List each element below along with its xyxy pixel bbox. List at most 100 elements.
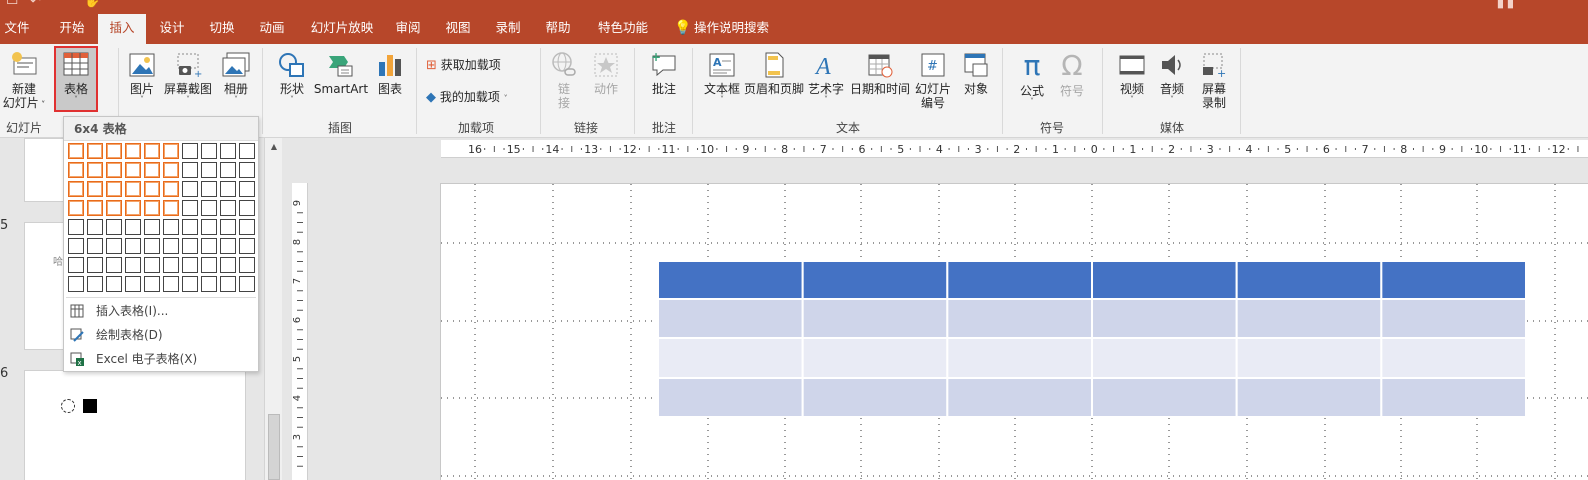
textbox-button[interactable]: A 文本框 ˅	[700, 50, 744, 104]
draw-table-item[interactable]: 绘制表格(D)	[64, 323, 258, 347]
table-cell[interactable]	[946, 377, 1094, 418]
table-cell[interactable]	[1380, 337, 1527, 379]
table-grid-cell[interactable]	[220, 181, 236, 197]
tab-features[interactable]: 特色功能	[590, 14, 656, 44]
table-cell[interactable]	[1235, 298, 1383, 339]
table-cell[interactable]	[1091, 337, 1238, 379]
get-addins-button[interactable]: ⊞ 获取加载项	[426, 58, 536, 73]
table-grid-cell[interactable]	[87, 219, 103, 235]
table-grid-cell[interactable]	[239, 162, 255, 178]
table-grid-cell[interactable]	[201, 162, 217, 178]
tab-review[interactable]: 审阅	[386, 14, 430, 44]
scroll-up-icon[interactable]: ▲	[267, 140, 281, 154]
table-grid-cell[interactable]	[125, 219, 141, 235]
table-grid-cell[interactable]	[239, 238, 255, 254]
table-grid-cell[interactable]	[239, 219, 255, 235]
undo-icon[interactable]: ↶	[30, 0, 41, 9]
tab-insert[interactable]: 插入	[98, 14, 146, 44]
table-grid-cell[interactable]	[87, 162, 103, 178]
table-cell[interactable]	[1380, 377, 1527, 418]
table-grid-cell[interactable]	[239, 276, 255, 292]
wordart-button[interactable]: A 艺术字 ˅	[806, 50, 846, 104]
slide-number-button[interactable]: # 幻灯片 编号	[912, 50, 954, 110]
table-grid-cell[interactable]	[125, 162, 141, 178]
table-grid-cell[interactable]	[239, 257, 255, 273]
table-cell[interactable]	[1235, 377, 1383, 418]
table-grid-cell[interactable]	[201, 238, 217, 254]
table-cell[interactable]	[801, 337, 949, 379]
table-grid-cell[interactable]	[106, 219, 122, 235]
equation-button[interactable]: π 公式 ˅	[1012, 50, 1052, 106]
table-grid-cell[interactable]	[239, 181, 255, 197]
table-header-cell[interactable]	[657, 260, 804, 300]
table-grid-cell[interactable]	[144, 162, 160, 178]
picture-button[interactable]: 图片 ˅	[122, 50, 162, 104]
table-grid-cell[interactable]	[68, 219, 84, 235]
tab-view[interactable]: 视图	[436, 14, 480, 44]
table-grid-cell[interactable]	[106, 200, 122, 216]
table-cell[interactable]	[657, 337, 804, 379]
table-grid-cell[interactable]	[163, 143, 179, 159]
datetime-button[interactable]: 日期和时间	[848, 50, 912, 96]
table-grid-cell[interactable]	[163, 162, 179, 178]
table-grid-cell[interactable]	[106, 238, 122, 254]
table-grid-cell[interactable]	[125, 181, 141, 197]
chart-button[interactable]: 图表	[370, 50, 410, 96]
table-grid-cell[interactable]	[125, 200, 141, 216]
table-grid-cell[interactable]	[163, 181, 179, 197]
table-grid-cell[interactable]	[68, 257, 84, 273]
table-header-cell[interactable]	[801, 260, 949, 300]
table-grid-cell[interactable]	[87, 238, 103, 254]
table-grid-cell[interactable]	[220, 200, 236, 216]
slide-canvas[interactable]	[440, 183, 1588, 480]
action-button[interactable]: 动作	[586, 50, 626, 96]
table-grid-cell[interactable]	[163, 238, 179, 254]
table-grid-cell[interactable]	[68, 238, 84, 254]
table-cell[interactable]	[1091, 298, 1238, 339]
table-button[interactable]: 表格 ˅	[56, 50, 96, 104]
object-button[interactable]: 对象	[956, 50, 996, 96]
table-cell[interactable]	[801, 377, 949, 418]
slide-thumbnail-6[interactable]	[24, 370, 246, 480]
table-grid-cell[interactable]	[201, 257, 217, 273]
table-grid-cell[interactable]	[239, 200, 255, 216]
table-grid-cell[interactable]	[201, 200, 217, 216]
table-cell[interactable]	[946, 298, 1094, 339]
table-cell[interactable]	[1235, 337, 1383, 379]
shapes-button[interactable]: 形状 ˅	[272, 50, 312, 104]
table-grid-cell[interactable]	[68, 143, 84, 159]
tab-design[interactable]: 设计	[150, 14, 194, 44]
table-grid-cell[interactable]	[68, 162, 84, 178]
video-button[interactable]: 视频 ˅	[1112, 50, 1152, 104]
thumbnail-scrollbar[interactable]: ▲	[264, 138, 282, 480]
table-grid-cell[interactable]	[220, 257, 236, 273]
table-grid-cell[interactable]	[144, 181, 160, 197]
table-grid-cell[interactable]	[144, 257, 160, 273]
tab-transitions[interactable]: 切换	[200, 14, 244, 44]
table-grid-cell[interactable]	[106, 257, 122, 273]
table-cell[interactable]	[657, 377, 804, 418]
table-grid-cell[interactable]	[182, 276, 198, 292]
table-grid-cell[interactable]	[182, 219, 198, 235]
table-cell[interactable]	[801, 298, 949, 339]
insert-table-item[interactable]: 插入表格(I)...	[64, 299, 258, 323]
smartart-button[interactable]: SmartArt	[312, 50, 370, 96]
table-grid-cell[interactable]	[163, 200, 179, 216]
tab-slideshow[interactable]: 幻灯片放映	[302, 14, 382, 44]
table-grid-cell[interactable]	[87, 257, 103, 273]
symbol-button[interactable]: Ω 符号	[1052, 50, 1092, 99]
tab-animations[interactable]: 动画	[250, 14, 294, 44]
comment-button[interactable]: + 批注	[642, 50, 686, 96]
table-grid-cell[interactable]	[68, 276, 84, 292]
table-grid-cell[interactable]	[182, 257, 198, 273]
table-grid-cell[interactable]	[182, 143, 198, 159]
table-grid-cell[interactable]	[220, 276, 236, 292]
table-grid-cell[interactable]	[125, 257, 141, 273]
table-grid-cell[interactable]	[201, 143, 217, 159]
table-grid-cell[interactable]	[201, 219, 217, 235]
table-grid-cell[interactable]	[239, 143, 255, 159]
table-grid-cell[interactable]	[106, 143, 122, 159]
table-grid-cell[interactable]	[125, 238, 141, 254]
table-grid-cell[interactable]	[163, 219, 179, 235]
touch-icon[interactable]: ✋	[84, 0, 100, 9]
